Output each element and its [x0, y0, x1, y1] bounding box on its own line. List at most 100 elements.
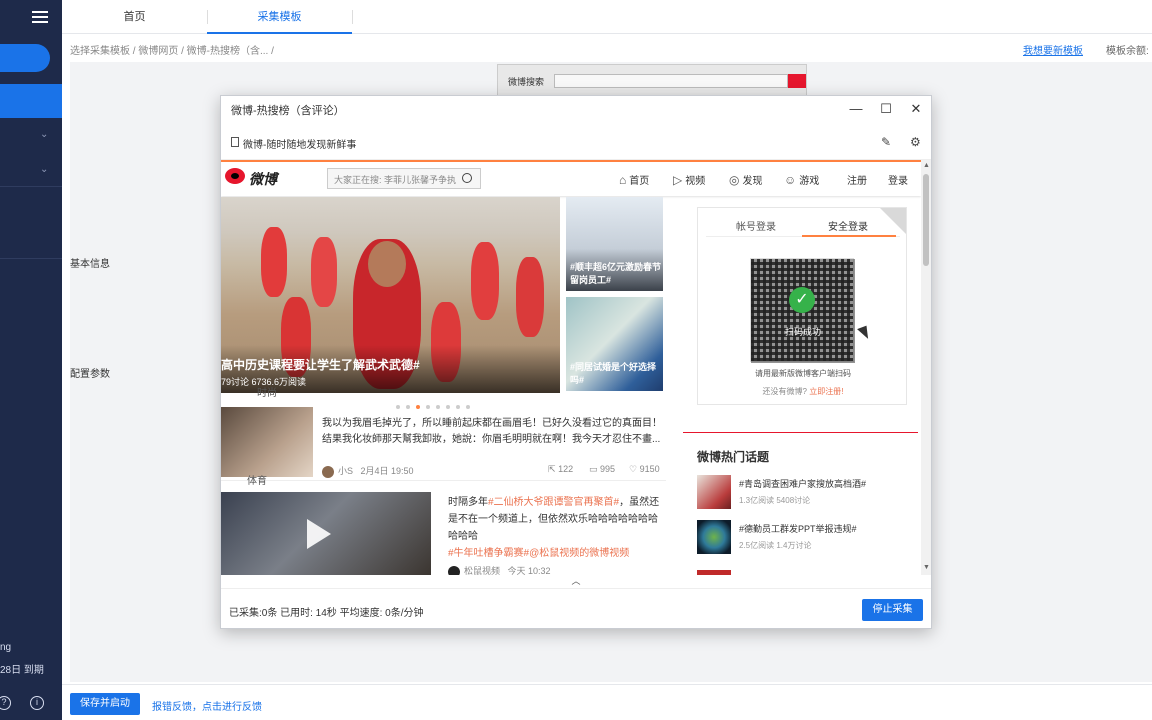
user-name: ng: [0, 642, 12, 653]
weibo-logo-text[interactable]: 微博: [249, 169, 277, 189]
maximize-icon[interactable]: ☐: [875, 99, 897, 119]
avatar[interactable]: [322, 465, 334, 478]
stop-collect-button[interactable]: 停止采集: [862, 599, 923, 621]
nav-discover[interactable]: ◎ 发现: [729, 172, 762, 187]
hot-topic-thumb[interactable]: [697, 475, 731, 509]
document-icon: [231, 137, 239, 147]
hero-figure: [516, 257, 544, 337]
feedback-link[interactable]: 报错反馈，点击进行反馈: [152, 698, 262, 713]
hero-carousel-image[interactable]: 高中历史课程要让学生了解武术武德# 79讨论 6736.6万阅读: [221, 197, 560, 393]
help-icon[interactable]: ?: [0, 696, 11, 710]
info-icon[interactable]: i: [30, 696, 44, 710]
scan-success-text: 扫码成功: [784, 327, 821, 337]
chevron-up-icon[interactable]: ︿: [571, 576, 580, 586]
scrollbar-thumb[interactable]: [923, 174, 929, 266]
tab-underline: [802, 235, 896, 237]
weibo-search-input[interactable]: 大家正在搜: 李菲儿张馨予争执: [327, 168, 481, 189]
hot-topic-item[interactable]: #德勤员工群发PPT举报违规# 2.5亿阅读 1.4万讨论: [697, 520, 917, 560]
tab-secure-login[interactable]: 安全登录: [828, 218, 868, 233]
hot-topic-title[interactable]: #德勤员工群发PPT举报违规#: [739, 522, 857, 535]
hashtag-link[interactable]: #二仙桥大爷跟谭警官再聚首#: [488, 497, 619, 508]
sidebar-primary-button[interactable]: [0, 44, 50, 72]
tab-separator: [352, 10, 353, 24]
repost-count[interactable]: ⇱ 122: [548, 464, 573, 475]
side-card-1[interactable]: #顺丰超6亿元激励春节留岗员工#: [566, 197, 663, 291]
hashtag-link[interactable]: #牛年吐槽争霸赛#: [448, 548, 529, 559]
login-panel: 帐号登录 安全登录 ✓ 扫码成功 请用最新版微博客户端扫码 还没有微博? 立即注…: [697, 207, 907, 405]
nav-home[interactable]: ⌂ 首页: [619, 172, 649, 187]
weibo-logo-icon[interactable]: [225, 168, 245, 184]
sidebar-divider: [0, 186, 62, 187]
hot-topic-item[interactable]: #青岛调查困难户家搜放高档酒# 1.3亿阅读 5408讨论: [697, 475, 917, 515]
feed-author-row[interactable]: 松鼠视频 今天 10:32: [448, 564, 551, 575]
embedded-web-page[interactable]: 微博 大家正在搜: 李菲儿张馨予争执 ⌂ 首页 ▷ 视频 ◎ 发现 ☺ 游戏 注册 登录…: [221, 160, 931, 575]
search-placeholder: 大家正在搜: 李菲儿张馨予争执: [334, 175, 457, 185]
like-count[interactable]: ♡ 9150: [629, 464, 660, 475]
tab-templates[interactable]: 采集模板: [207, 0, 352, 34]
play-icon[interactable]: [307, 519, 331, 549]
thumbs-up-icon: ♡: [629, 464, 638, 474]
chevron-down-icon[interactable]: ⌄: [40, 164, 48, 175]
page-scrollbar[interactable]: ▲ ▼: [921, 160, 931, 575]
hot-topic-stats: 1.3亿阅读 5408讨论: [739, 496, 811, 505]
tab-account-login[interactable]: 帐号登录: [736, 218, 776, 233]
comment-count[interactable]: ▭ 995: [589, 464, 615, 475]
background-page-preview: 微博搜索: [497, 64, 807, 96]
search-icon[interactable]: [462, 173, 472, 183]
gear-icon[interactable]: ⚙: [910, 135, 921, 149]
feed-item[interactable]: 我以为我眉毛掉光了，所以睡前起床都在画眉毛！已好久没看过它的真面目！结果我化妆師…: [221, 407, 666, 481]
page-title: 微博-随时随地发现新鲜事: [243, 140, 357, 151]
video-icon: ▷: [673, 173, 683, 187]
background-strip-label: 微博搜索: [508, 77, 545, 87]
feed-image[interactable]: [221, 407, 313, 477]
check-icon: ✓: [789, 287, 815, 313]
avatar[interactable]: [448, 565, 460, 575]
background-search-box: [554, 74, 788, 88]
section-divider: [683, 432, 918, 433]
page-title-bar: 微博-随时随地发现新鲜事 ✎ ⚙: [221, 126, 931, 160]
section-basic-info: 基本信息: [70, 259, 110, 270]
menu-collapse-icon[interactable]: [32, 8, 48, 24]
qr-hint: 请用最新版微博客户端扫码: [755, 369, 851, 378]
register-prompt: 还没有微博? 立即注册!: [762, 387, 844, 396]
scroll-down-icon[interactable]: ▼: [923, 564, 930, 571]
close-icon[interactable]: ✕: [905, 99, 927, 119]
hero-title[interactable]: 高中历史课程要让学生了解武术武德#: [221, 356, 420, 373]
edit-icon[interactable]: ✎: [881, 135, 891, 149]
breadcrumb[interactable]: 选择采集模板 / 微博网页 / 微博-热搜榜（含... /: [70, 42, 274, 57]
hot-topic-stats: 2.5亿阅读 1.4万讨论: [739, 541, 812, 550]
feed-text[interactable]: 我以为我眉毛掉光了，所以睡前起床都在画眉毛！已好久没看过它的真面目！结果我化妆師…: [322, 416, 662, 448]
mention-link[interactable]: @松鼠视频的微博视频: [529, 548, 629, 559]
collect-status: 已采集:0条 已用时: 14秒 平均速度: 0条/分钟: [229, 608, 424, 619]
side-card-title: #同居试婚是个好选择吗#: [570, 362, 657, 385]
tab-home[interactable]: 首页: [62, 0, 207, 34]
nav-video[interactable]: ▷ 视频: [673, 172, 705, 187]
expire-date: 28日 到期: [0, 665, 44, 676]
bottom-action-bar: 保存并启动 报错反馈，点击进行反馈: [62, 684, 1152, 720]
section-config-params: 配置参数: [70, 369, 110, 380]
sidebar-item-active[interactable]: [0, 84, 62, 118]
side-card-2[interactable]: #同居试婚是个好选择吗#: [566, 297, 663, 391]
background-search-button: [788, 74, 806, 88]
nav-register[interactable]: 注册: [847, 172, 867, 187]
side-card-title: #顺丰超6亿元激励春节留岗员工#: [570, 262, 662, 285]
chevron-down-icon[interactable]: ⌄: [40, 129, 48, 140]
scroll-up-icon[interactable]: ▲: [923, 162, 930, 169]
nav-login[interactable]: 登录: [888, 172, 908, 187]
video-thumbnail[interactable]: [221, 492, 431, 575]
hot-topic-title[interactable]: #青岛调查困难户家搜放高档酒#: [739, 477, 866, 490]
feed-item[interactable]: 时隔多年#二仙桥大爷跟谭警官再聚首#，虽然还是不在一个频道上，但依然欢乐哈哈哈哈…: [221, 492, 666, 575]
hero-figure: [311, 237, 337, 307]
register-link[interactable]: 立即注册!: [809, 387, 843, 396]
feed-author-row[interactable]: 小S 2月4日 19:50: [322, 464, 414, 478]
corner-switch[interactable]: [880, 208, 906, 234]
weibo-header: 微博 大家正在搜: 李菲儿张馨予争执 ⌂ 首页 ▷ 视频 ◎ 发现 ☺ 游戏 注册 登录: [221, 160, 921, 196]
hot-topic-thumb[interactable]: [697, 520, 731, 554]
save-and-start-button[interactable]: 保存并启动: [70, 693, 140, 715]
minimize-icon[interactable]: —: [845, 99, 867, 119]
nav-games[interactable]: ☺ 游戏: [784, 172, 819, 187]
hero-figure: [261, 227, 287, 297]
collapse-toggle[interactable]: ︿: [221, 575, 931, 589]
feed-text[interactable]: 时隔多年#二仙桥大爷跟谭警官再聚首#，虽然还是不在一个频道上，但依然欢乐哈哈哈哈…: [448, 494, 664, 562]
new-template-link[interactable]: 我想要新模板: [1023, 42, 1083, 57]
